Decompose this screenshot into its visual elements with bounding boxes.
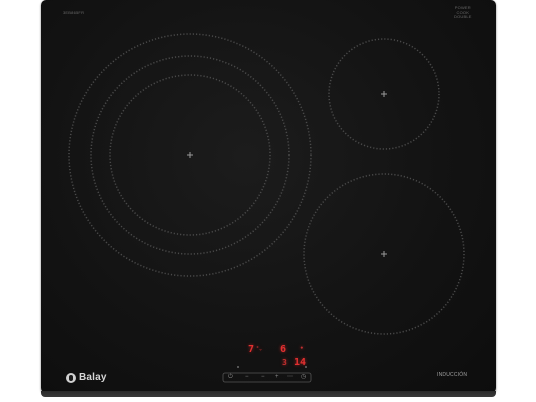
slider-minus-marker: − <box>261 374 265 380</box>
plus-button[interactable]: + <box>275 372 279 382</box>
small-zone-center-mark <box>381 91 387 97</box>
indicator-dot: • <box>300 345 304 352</box>
badge-line-3: DOUBLE <box>454 14 472 19</box>
brand-logo: Balay <box>66 372 107 383</box>
small-cooking-zone[interactable] <box>328 38 440 150</box>
left-zone-level-display: 7 <box>248 344 255 355</box>
touch-control-strip: ⏻ − − + ⋯ ◷ <box>223 372 311 382</box>
power-icon[interactable]: ⏻ <box>228 372 233 382</box>
large-zone-center-mark <box>187 152 193 158</box>
induction-label: INDUCCIÓN <box>437 372 468 378</box>
timer-icon[interactable]: ◷ <box>301 372 306 382</box>
cooking-zones <box>68 33 465 383</box>
dots-button[interactable]: ⋯ <box>287 372 293 382</box>
balay-logo-icon <box>66 372 76 383</box>
model-code: 3EB865FR <box>63 10 85 15</box>
right-zone-level-display: 6 <box>280 344 287 355</box>
minus-button[interactable]: − <box>245 372 249 382</box>
cooktop-stage: 3EB865FR POWER COOK DOUBLE 7 °⌄ 6 • 3 14… <box>0 0 536 402</box>
medium-cooking-zone[interactable] <box>303 173 465 335</box>
left-zone-marker: °⌄ <box>256 346 263 352</box>
power-badge: POWER COOK DOUBLE <box>454 5 472 20</box>
large-cooking-zone[interactable] <box>68 33 312 277</box>
timer-minutes-display: 14 <box>294 357 307 368</box>
timer-zone-display: 3 <box>282 358 287 367</box>
medium-zone-center-mark <box>381 251 387 257</box>
brand-name: Balay <box>79 372 107 383</box>
